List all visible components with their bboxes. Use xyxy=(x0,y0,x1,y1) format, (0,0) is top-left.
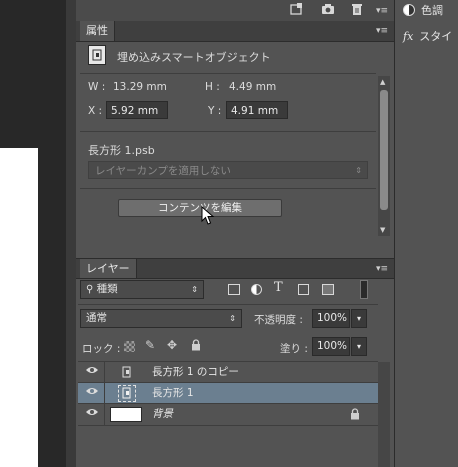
properties-tabbar: 属性 ▾≡ xyxy=(76,21,394,42)
divider xyxy=(80,188,376,189)
lock-all-icon[interactable] xyxy=(191,339,203,352)
mouse-pointer-icon xyxy=(201,205,215,226)
shape-filter-icon[interactable] xyxy=(298,284,309,295)
smart-object-thumbnail-icon[interactable] xyxy=(120,364,134,380)
blend-mode-value: 通常 xyxy=(86,312,107,324)
visibility-eye-icon[interactable] xyxy=(84,386,100,400)
y-label: Y : xyxy=(208,105,222,117)
fx-icon: fx xyxy=(403,29,414,43)
search-icon: ⚲ xyxy=(86,284,94,295)
opacity-dropdown-icon[interactable]: ▾ xyxy=(351,309,367,328)
layer-comp-dropdown-value: レイヤーカンプを適用しない xyxy=(95,165,231,177)
background-layer-thumbnail[interactable] xyxy=(110,407,142,422)
opacity-field[interactable]: 100% xyxy=(312,309,350,328)
layer-name[interactable]: 長方形 1 のコピー xyxy=(152,362,239,383)
layer-row-selected[interactable]: 長方形 1 xyxy=(78,383,378,404)
type-filter-icon[interactable]: T xyxy=(274,280,283,295)
fill-label: 塗り : xyxy=(280,343,308,355)
smart-object-thumbnail-icon[interactable] xyxy=(118,385,136,402)
layers-menu-icon[interactable]: ▾≡ xyxy=(374,262,390,276)
source-filename: 長方形 1.psb xyxy=(88,144,155,157)
height-label: H : xyxy=(205,81,220,93)
document-canvas[interactable] xyxy=(0,148,38,467)
visibility-eye-icon[interactable] xyxy=(84,407,100,421)
panel-item-styles[interactable]: fx スタイ xyxy=(403,26,452,46)
x-label: X : xyxy=(88,105,103,117)
fill-field[interactable]: 100% xyxy=(312,337,350,356)
y-position-field[interactable]: 4.91 mm xyxy=(226,101,288,119)
lock-pixels-brush-icon[interactable]: ✎ xyxy=(145,338,155,352)
object-type-label: 埋め込みスマートオブジェクト xyxy=(117,51,271,64)
properties-scroll-thumb[interactable] xyxy=(380,90,388,210)
divider xyxy=(80,73,376,74)
adjacent-panel: 色調 fx スタイ xyxy=(394,0,458,467)
tab-properties[interactable]: 属性 xyxy=(80,21,115,41)
height-value[interactable]: 4.49 mm xyxy=(229,81,276,93)
divider xyxy=(78,304,378,305)
layer-row[interactable]: 背景 xyxy=(78,404,378,426)
fill-dropdown-icon[interactable]: ▾ xyxy=(351,337,367,356)
new-item-icon[interactable] xyxy=(288,3,304,17)
layer-filter-select[interactable]: ⚲ 種類 ⇕ xyxy=(80,280,204,299)
layer-name[interactable]: 背景 xyxy=(152,404,173,425)
filter-toggle-switch[interactable] xyxy=(360,280,368,299)
scroll-down-icon[interactable]: ▼ xyxy=(380,226,388,234)
layer-name[interactable]: 長方形 1 xyxy=(152,383,194,404)
panel-item-label: スタイ xyxy=(419,30,453,43)
tab-layers[interactable]: レイヤー xyxy=(80,259,137,278)
panel-item-adjustments[interactable]: 色調 xyxy=(403,0,443,20)
x-position-field[interactable]: 5.92 mm xyxy=(106,101,168,119)
width-value[interactable]: 13.29 mm xyxy=(113,81,167,93)
adjustment-circle-icon xyxy=(403,4,415,16)
lock-icon xyxy=(350,408,360,420)
layer-divider xyxy=(104,362,105,383)
width-label: W : xyxy=(88,81,106,93)
layers-tabbar: レイヤー ▾≡ xyxy=(76,258,394,279)
edit-contents-button[interactable]: コンテンツを編集 xyxy=(118,199,282,217)
adjustment-filter-icon[interactable] xyxy=(251,284,262,295)
canvas-pasteboard xyxy=(38,148,66,467)
pixel-filter-icon[interactable] xyxy=(228,284,240,295)
dock-divider[interactable] xyxy=(66,0,76,467)
blend-mode-select[interactable]: 通常 ⇕ xyxy=(80,309,242,328)
dropdown-arrows-icon: ⇕ xyxy=(355,166,362,175)
lock-transparency-icon[interactable] xyxy=(124,341,135,352)
lock-position-move-icon[interactable]: ✥ xyxy=(167,338,177,352)
smart-object-filter-icon[interactable] xyxy=(322,284,334,295)
opacity-label: 不透明度 : xyxy=(254,314,303,326)
trash-icon[interactable] xyxy=(349,3,365,17)
layer-divider xyxy=(104,383,105,404)
divider xyxy=(80,131,376,132)
panel-item-label: 色調 xyxy=(421,4,443,17)
properties-menu-icon[interactable]: ▾≡ xyxy=(374,24,390,38)
layer-filter-value: 種類 xyxy=(96,283,118,295)
dropdown-arrows-icon: ⇕ xyxy=(191,285,198,294)
scroll-up-icon[interactable]: ▲ xyxy=(380,78,388,86)
layer-comp-dropdown: レイヤーカンプを適用しない ⇕ xyxy=(88,161,368,179)
dropdown-arrows-icon: ⇕ xyxy=(229,314,236,323)
layer-divider xyxy=(104,404,105,425)
visibility-eye-icon[interactable] xyxy=(84,365,100,379)
layers-scrollbar[interactable] xyxy=(378,362,390,467)
layer-row[interactable]: 長方形 1 のコピー xyxy=(78,362,378,383)
camera-icon[interactable] xyxy=(320,3,336,17)
lock-label: ロック : xyxy=(82,343,121,355)
panel-menu-icon[interactable]: ▾≡ xyxy=(374,4,390,18)
smart-object-icon xyxy=(88,45,106,65)
panel-column-toolbar: ▾≡ xyxy=(76,0,394,22)
